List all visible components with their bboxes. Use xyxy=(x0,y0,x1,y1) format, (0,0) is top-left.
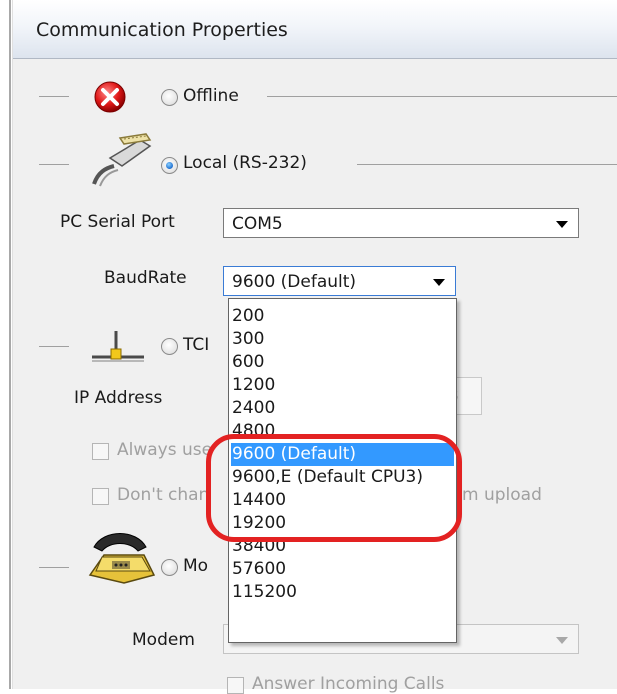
telephone-icon xyxy=(88,533,156,584)
separator-line xyxy=(267,96,617,97)
chevron-down-icon xyxy=(433,279,445,286)
dont-change-checkbox[interactable] xyxy=(92,488,109,505)
baud-rate-select[interactable]: 9600 (Default) xyxy=(223,266,456,296)
separator-line xyxy=(39,96,69,97)
error-x-icon xyxy=(94,81,126,113)
offline-label[interactable]: Offline xyxy=(183,86,239,106)
baud-rate-label: BaudRate xyxy=(104,268,187,288)
page-title: Communication Properties xyxy=(36,19,288,41)
separator-line xyxy=(357,164,617,165)
local-label[interactable]: Local (RS-232) xyxy=(183,153,307,173)
modem-radio-label[interactable]: Mo xyxy=(183,556,208,576)
always-use-checkbox[interactable] xyxy=(92,443,109,460)
tcp-radio[interactable] xyxy=(161,338,178,355)
local-radio[interactable] xyxy=(161,157,178,174)
baud-option[interactable]: 2400 xyxy=(231,397,454,420)
group-header: Communication Properties xyxy=(13,0,617,59)
baud-option[interactable]: 600 xyxy=(231,351,454,374)
answer-calls-label: Answer Incoming Calls xyxy=(252,674,445,694)
offline-radio[interactable] xyxy=(161,89,178,106)
separator-line xyxy=(39,346,69,347)
answer-calls-checkbox[interactable] xyxy=(227,677,244,694)
serial-cable-icon xyxy=(92,133,152,187)
network-icon xyxy=(92,331,144,362)
serial-port-label: PC Serial Port xyxy=(60,212,175,232)
serial-port-value: COM5 xyxy=(232,214,283,234)
window-border xyxy=(9,0,11,689)
window-border-inner xyxy=(12,0,13,689)
baud-option[interactable]: 57600 xyxy=(231,558,454,581)
modem-radio[interactable] xyxy=(161,559,178,576)
baud-rate-value: 9600 (Default) xyxy=(232,272,357,292)
chevron-down-icon xyxy=(556,221,568,228)
baud-option[interactable]: 200 xyxy=(231,305,454,328)
modem-label: Modem xyxy=(132,630,195,650)
dont-change-label: Don't chan xyxy=(117,485,210,505)
baud-option[interactable]: 1200 xyxy=(231,374,454,397)
baud-option[interactable]: 300 xyxy=(231,328,454,351)
ip-address-label: IP Address xyxy=(74,388,163,408)
separator-line xyxy=(39,567,69,568)
serial-port-select[interactable]: COM5 xyxy=(223,208,579,238)
always-use-label: Always use xyxy=(117,440,213,460)
baud-option[interactable]: 115200 xyxy=(231,581,454,604)
upload-label-tail: m upload xyxy=(462,485,542,505)
separator-line xyxy=(39,164,69,165)
highlight-annotation xyxy=(206,434,462,542)
chevron-down-icon xyxy=(556,637,568,644)
dialog-window: Communication Properties Offline Local (… xyxy=(0,0,617,694)
tcp-label[interactable]: TCI xyxy=(183,335,209,355)
